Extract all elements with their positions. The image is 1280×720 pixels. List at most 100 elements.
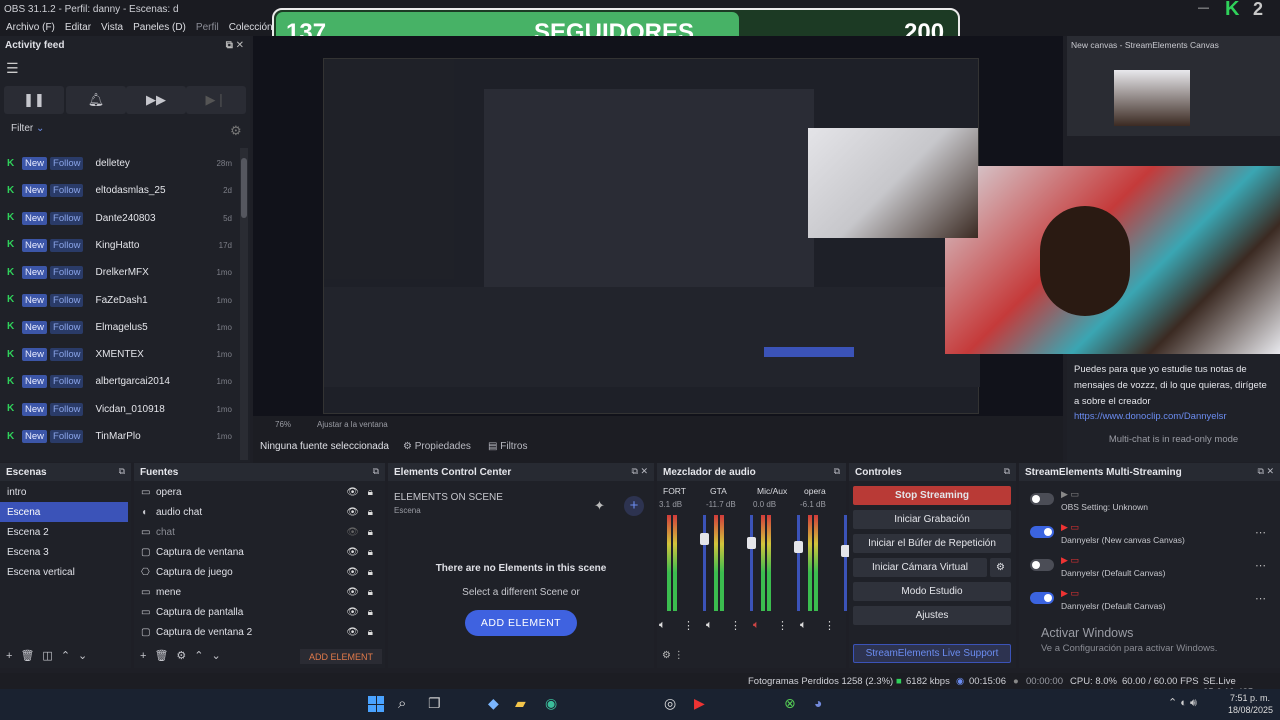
stream-toggle[interactable] [1030, 526, 1054, 538]
edge-icon[interactable]: ◉ [545, 695, 557, 712]
copilot-icon[interactable]: ◆ [488, 695, 499, 712]
dock-icon[interactable]: ⧉ [834, 466, 840, 477]
more-options-icon[interactable]: ⋯ [1255, 559, 1266, 572]
replay-buffer-button[interactable]: Iniciar el Búfer de Repetición [853, 534, 1011, 553]
lock-icon[interactable]: 🔒︎ [368, 527, 373, 538]
live-support-button[interactable]: StreamElements Live Support [853, 644, 1011, 663]
scene-item[interactable]: intro [0, 482, 131, 502]
close-icon[interactable]: ⧉ ✕ [226, 40, 244, 51]
menu-docks[interactable]: Paneles (D) [133, 22, 186, 33]
eye-icon[interactable]: 👁︎ [346, 507, 359, 518]
discord-icon[interactable]: ◕ [814, 695, 822, 711]
activity-feed-row[interactable]: K New Follow Dante240803 5d [0, 205, 238, 232]
scene-item[interactable]: Escena [0, 502, 128, 522]
system-tray-icons[interactable]: ⌃ ◐ 🔊︎ [1168, 696, 1197, 710]
mute-icon[interactable]: 🔈︎ [753, 619, 760, 632]
eye-icon[interactable]: 👁︎ [346, 587, 359, 598]
activity-feed-row[interactable]: K New Follow albertgarcai2014 1mo [0, 368, 238, 395]
dock-icon[interactable]: ⧉ [119, 466, 125, 477]
program-preview[interactable] [253, 36, 1280, 416]
studio-mode-button[interactable]: Modo Estudio [853, 582, 1011, 601]
scrollbar-track[interactable] [240, 148, 248, 460]
settings-button[interactable]: Ajustes [853, 606, 1011, 625]
activity-feed-row[interactable]: K New Follow Vicdan_010918 1mo [0, 396, 238, 423]
scene-item[interactable]: Escena 3 [0, 542, 131, 562]
volume-track[interactable] [797, 515, 800, 611]
activity-feed-row[interactable]: K New Follow eltodasmlas_25 2d [0, 177, 238, 204]
filter-icon[interactable]: ◫ [42, 650, 60, 662]
activity-feed-row[interactable]: K New Follow Elmagelus5 1mo [0, 314, 238, 341]
scene-item[interactable]: Escena vertical [0, 562, 131, 582]
volume-slider[interactable] [747, 537, 756, 549]
dock-icon[interactable]: ⧉ [1004, 466, 1010, 477]
menu-file[interactable]: Archivo (F) [6, 22, 55, 33]
xbox-icon[interactable]: ⊗ [784, 695, 796, 712]
activity-feed-row[interactable]: K New Follow FaZeDash1 1mo [0, 287, 238, 314]
add-element-plus-button[interactable]: + [624, 496, 644, 516]
activity-feed-row[interactable]: K New Follow delletey 28m [0, 150, 238, 177]
trash-icon[interactable]: 🗑︎ [20, 650, 42, 662]
filters-button[interactable]: ▤ Filtros [488, 441, 527, 452]
zoom-level[interactable]: 76% [275, 420, 291, 429]
app-icon[interactable]: ▶ [694, 695, 705, 712]
eye-icon[interactable]: 👁︎ [346, 527, 359, 538]
source-item[interactable]: ▢ Captura de ventana 👁︎ 🔒︎ [134, 542, 385, 562]
activity-feed-row[interactable]: K New Follow XMENTEX 1mo [0, 341, 238, 368]
notifications-button[interactable]: 🔔︎ [66, 86, 126, 114]
lock-icon[interactable]: 🔒︎ [368, 587, 373, 598]
eye-icon[interactable]: 👁︎ [346, 607, 359, 618]
properties-button[interactable]: ⚙ Propiedades [403, 441, 471, 452]
chevron-down-icon[interactable]: ⌄ [212, 650, 229, 662]
chevron-up-icon[interactable]: ⌃ [61, 650, 78, 662]
source-item[interactable]: ▭ mene 👁︎ 🔒︎ [134, 582, 385, 602]
menu-view[interactable]: Vista [101, 22, 123, 33]
lock-icon[interactable]: 🔒︎ [368, 507, 373, 518]
source-item[interactable]: ▭ chat 👁︎ 🔒︎ [134, 522, 385, 542]
source-item[interactable]: ▢ Captura de ventana 2 👁︎ 🔒︎ [134, 622, 385, 642]
search-icon[interactable]: ⌕ [398, 695, 406, 712]
lock-icon[interactable]: 🔒︎ [368, 487, 373, 498]
source-item[interactable]: ⎔ Captura de juego 👁︎ 🔒︎ [134, 562, 385, 582]
volume-track[interactable] [750, 515, 753, 611]
add-element-button[interactable]: ADD ELEMENT [300, 649, 382, 664]
source-item[interactable]: ▭ opera 👁︎ 🔒︎ [134, 482, 385, 502]
hamburger-menu-icon[interactable]: ☰ [6, 60, 19, 77]
chat-link[interactable]: https://www.donoclip.com/Dannyelsr [1074, 411, 1227, 422]
stream-toggle[interactable] [1030, 559, 1054, 571]
chevron-down-icon[interactable]: ⌄ [78, 650, 95, 662]
ecc-add-element-button[interactable]: ADD ELEMENT [465, 610, 577, 636]
pause-button[interactable]: ❚❚ [4, 86, 64, 114]
more-options-icon[interactable]: ⋯ [1255, 526, 1266, 539]
eye-icon[interactable]: 👁︎ [346, 567, 359, 578]
lock-icon[interactable]: 🔒︎ [368, 627, 373, 638]
minimize-icon[interactable]: — [1198, 2, 1209, 14]
speaker-icon[interactable]: 🔈︎ [706, 619, 713, 632]
volume-track[interactable] [844, 515, 847, 611]
kebab-menu-icon[interactable]: ⋮ [683, 619, 694, 632]
activity-feed-row[interactable]: K New Follow DrelkerMFX 1mo [0, 259, 238, 286]
lock-icon[interactable]: 🔒︎ [368, 607, 373, 618]
mixer-settings-icon[interactable]: ⚙ ⋮ [662, 650, 684, 661]
gear-icon[interactable]: ⚙ [176, 650, 194, 662]
scrollbar-thumb[interactable] [241, 158, 247, 218]
obs-icon[interactable]: ◎ [664, 695, 676, 712]
menu-edit[interactable]: Editar [65, 22, 91, 33]
speaker-icon[interactable]: 🔈︎ [800, 619, 807, 632]
folder-icon[interactable]: ▰ [515, 695, 526, 712]
scene-item[interactable]: Escena 2 [0, 522, 131, 542]
stream-toggle[interactable] [1030, 592, 1054, 604]
volume-track[interactable] [703, 515, 706, 611]
eye-icon[interactable]: 👁︎ [346, 627, 359, 638]
close-icon[interactable]: ⧉ ✕ [1258, 466, 1274, 477]
kebab-menu-icon[interactable]: ⋮ [824, 619, 835, 632]
stream-toggle[interactable] [1030, 493, 1054, 505]
magic-wand-icon[interactable]: ✦ [594, 498, 605, 514]
close-icon[interactable]: ⧉ ✕ [632, 466, 648, 477]
activity-feed-row[interactable]: K New Follow KingHatto 17d [0, 232, 238, 259]
eye-icon[interactable]: 👁︎ [346, 547, 359, 558]
add-icon[interactable]: + [140, 650, 154, 662]
dock-icon[interactable]: ⧉ [373, 466, 379, 477]
fit-window-dropdown[interactable]: Ajustar a la ventana [317, 420, 388, 429]
filter-dropdown[interactable]: Filter ⌄ [11, 123, 44, 134]
skip-button[interactable]: ▶❘ [186, 86, 246, 114]
